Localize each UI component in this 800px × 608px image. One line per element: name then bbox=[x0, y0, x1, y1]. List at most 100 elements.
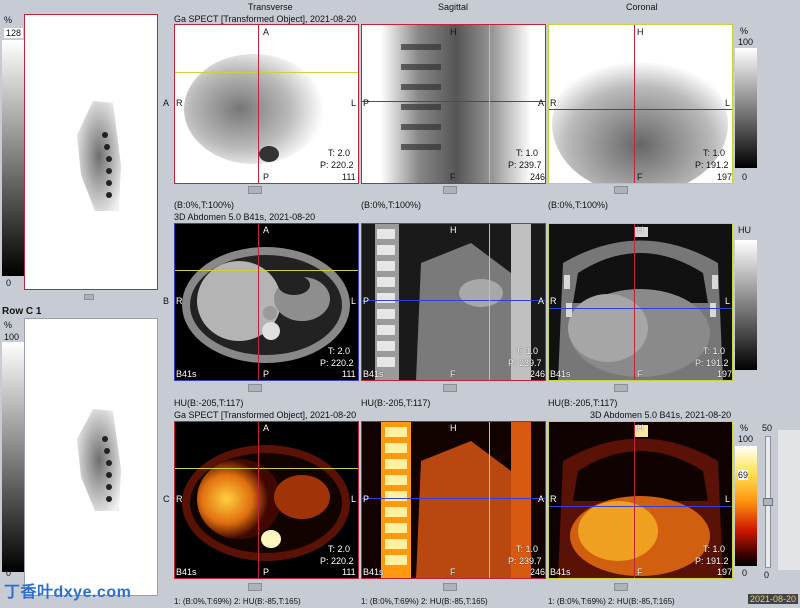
row-c-sag-p: P: 239.7 bbox=[508, 556, 542, 566]
row-c-tr-window: 1: (B:0%,T:69%) 2: HU(B:-85,T:165) bbox=[174, 597, 301, 606]
row-a-scale-max: 100 bbox=[738, 37, 754, 47]
row-c-sag-b41s: B41s bbox=[363, 567, 384, 577]
row-b-title: 3D Abdomen 5.0 B41s, 2021-08-20 bbox=[174, 212, 316, 222]
watermark-logo: 丁香叶dxye.com bbox=[4, 584, 132, 601]
row-a-sag-top: H bbox=[450, 27, 457, 37]
row-b-sag-bottom: F bbox=[450, 369, 456, 379]
row-c-sag-slider[interactable] bbox=[443, 583, 457, 591]
row-c-sag-right: A bbox=[538, 494, 545, 504]
row-b-cor-t: T: 1.0 bbox=[703, 346, 726, 356]
row-a-sag-slider[interactable] bbox=[443, 186, 457, 194]
left-top-scale bbox=[2, 28, 24, 290]
row-a-sag-t: T: 1.0 bbox=[516, 148, 539, 158]
row-a-tr-t: T: 2.0 bbox=[328, 148, 351, 158]
left-top-mip-viewport[interactable] bbox=[24, 14, 158, 290]
row-b-tr-slider[interactable] bbox=[248, 384, 262, 392]
left-top-slider[interactable] bbox=[84, 294, 94, 300]
row-b-cor-slider[interactable] bbox=[614, 384, 628, 392]
right-side-panel bbox=[778, 430, 800, 570]
row-c-sag-bottom: F bbox=[450, 567, 456, 577]
fusion-slider-thumb[interactable] bbox=[763, 498, 773, 506]
row-a-tr-top: A bbox=[263, 27, 270, 37]
row-b-tr-n: 111 bbox=[342, 369, 356, 379]
row-c-cor-b41s: B41s bbox=[550, 567, 571, 577]
row-b-sag-n: 246 bbox=[530, 369, 546, 379]
row-c-cor-slider[interactable] bbox=[614, 583, 628, 591]
row-c-cor-t: T: 1.0 bbox=[703, 544, 726, 554]
row-b-tr-bottom: P bbox=[263, 369, 270, 379]
row-a-tr-bottom: P bbox=[263, 172, 270, 182]
row-a-cor-top: H bbox=[637, 27, 644, 37]
fusion-slider-track[interactable] bbox=[763, 436, 773, 568]
row-a-cor-window: (B:0%,T:100%) bbox=[548, 200, 609, 210]
row-c-cor-window: 1: (B:0%,T:69%) 2: HU(B:-85,T:165) bbox=[548, 597, 675, 606]
row-a-scale-bar bbox=[735, 48, 757, 168]
row-c-tr-n: 111 bbox=[342, 567, 356, 577]
header-transverse: Transverse bbox=[248, 2, 293, 12]
row-a-cor-right: L bbox=[725, 98, 731, 108]
row-b-cor-window: HU(B:-205,T:117) bbox=[548, 398, 618, 408]
row-a-cor-t: T: 1.0 bbox=[703, 148, 726, 158]
row-b-sag-top: H bbox=[450, 225, 457, 235]
row-c-scale-max: 100 bbox=[738, 434, 754, 444]
row-a-sag-bottom: F bbox=[450, 172, 456, 182]
row-b-cor-right: L bbox=[725, 296, 731, 306]
row-c-tr-right: L bbox=[351, 494, 357, 504]
row-a-tr-right: L bbox=[351, 98, 357, 108]
row-a-tr-left: R bbox=[176, 98, 183, 108]
left-bottom-pct-label: % bbox=[4, 320, 13, 330]
row-a-sag-window: (B:0%,T:100%) bbox=[361, 200, 422, 210]
fusion-slider-bottom: 0 bbox=[764, 570, 770, 580]
left-bottom-scale bbox=[2, 332, 24, 572]
row-b-cor-bottom: F bbox=[637, 369, 643, 379]
row-a-cor-bottom: F bbox=[637, 172, 643, 182]
row-c-sag-left: P bbox=[363, 494, 370, 504]
row-c-tr-left: R bbox=[176, 494, 183, 504]
row-c-title: Ga SPECT [Transformed Object], 2021-08-2… bbox=[174, 410, 357, 420]
row-b-cor-n: 197 bbox=[717, 369, 733, 379]
row-a-sag-p: P: 239.7 bbox=[508, 160, 542, 170]
row-a-sag-left: P bbox=[363, 98, 370, 108]
row-a-tr-n: 111 bbox=[342, 172, 356, 182]
mip-body-image-top bbox=[77, 101, 121, 211]
row-c-cor-left: R bbox=[550, 494, 557, 504]
row-b-tr-b41s: B41s bbox=[176, 369, 197, 379]
row-a-cor-slider[interactable] bbox=[614, 186, 628, 194]
row-b-sag-b41s: B41s bbox=[363, 369, 384, 379]
row-c-scale-min: 0 bbox=[742, 568, 748, 578]
row-c-cor-n: 197 bbox=[717, 567, 733, 577]
row-b-tr-right: L bbox=[351, 296, 357, 306]
row-c-cor-p: P: 191.2 bbox=[695, 556, 729, 566]
row-a-tr-slider[interactable] bbox=[248, 186, 262, 194]
left-top-max: 128 bbox=[4, 28, 24, 38]
row-b-sag-left: P bbox=[363, 296, 370, 306]
row-b-tr-p: P: 220.2 bbox=[320, 358, 354, 368]
left-bottom-mip-viewport[interactable] bbox=[24, 318, 158, 596]
row-c-title2: 3D Abdomen 5.0 B41s, 2021-08-20 bbox=[590, 410, 732, 420]
row-c-tr-top: A bbox=[263, 423, 270, 433]
row-b-sag-t: T: 1.0 bbox=[516, 346, 539, 356]
row-a-cor-n: 197 bbox=[717, 172, 733, 182]
row-a-sag-n: 246 bbox=[530, 172, 546, 182]
row-b-sag-slider[interactable] bbox=[443, 384, 457, 392]
row-a-cor-p: P: 191.2 bbox=[695, 160, 729, 170]
row-c-scale-mid: 69 bbox=[738, 470, 749, 480]
row-a-cor-left: R bbox=[550, 98, 557, 108]
left-bottom-min: 0 bbox=[6, 568, 12, 578]
row-a-tr-window: (B:0%,T:100%) bbox=[174, 200, 235, 210]
row-b-sag-right: A bbox=[538, 296, 545, 306]
row-b-scale-bar bbox=[735, 240, 757, 370]
row-c-cor-bottom: F bbox=[637, 567, 643, 577]
mip-body-image-bottom bbox=[77, 409, 121, 511]
row-b-sag-p: P: 239.7 bbox=[508, 358, 542, 368]
row-a-scale-min: 0 bbox=[742, 172, 748, 182]
row-c-tr-p: P: 220.2 bbox=[320, 556, 354, 566]
left-top-min: 0 bbox=[6, 278, 12, 288]
row-b-cor-left: R bbox=[550, 296, 557, 306]
row-c-sag-top: H bbox=[450, 423, 457, 433]
row-a-tr-p: P: 220.2 bbox=[320, 160, 354, 170]
row-b-cor-p: P: 191.2 bbox=[695, 358, 729, 368]
row-c-tr-slider[interactable] bbox=[248, 583, 262, 591]
date-stamp: 2021-08-20 bbox=[748, 594, 799, 604]
row-c-tr-t: T: 2.0 bbox=[328, 544, 351, 554]
